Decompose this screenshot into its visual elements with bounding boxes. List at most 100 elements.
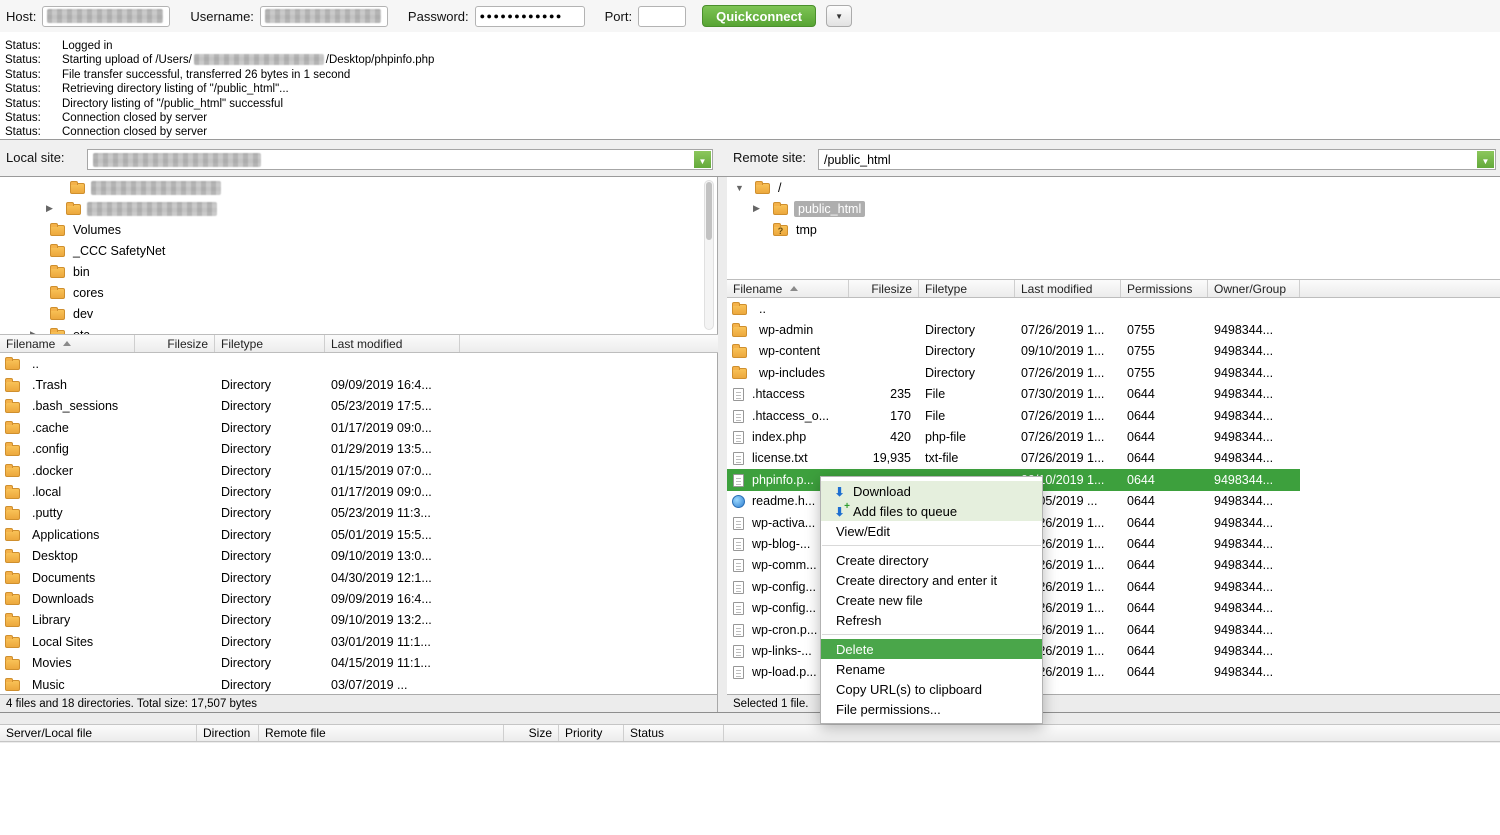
tree-item[interactable]: ▼ / bbox=[727, 177, 1500, 198]
remote-site-combobox[interactable]: /public_html bbox=[818, 149, 1496, 170]
table-row[interactable]: Local Sites Directory 03/01/2019 11:1... bbox=[0, 631, 717, 652]
context-menu-item[interactable]: Copy URL(s) to clipboard bbox=[821, 679, 1042, 699]
file-type-icon bbox=[733, 431, 744, 444]
quickconnect-button[interactable]: Quickconnect bbox=[702, 5, 816, 27]
column-header-remote-file[interactable]: Remote file bbox=[259, 725, 504, 741]
table-row[interactable]: wp-includes Directory 07/26/2019 1... 07… bbox=[727, 362, 1300, 383]
local-site-combobox[interactable] bbox=[87, 149, 713, 170]
table-row[interactable]: Desktop Directory 09/10/2019 13:0... bbox=[0, 546, 717, 567]
table-row[interactable]: Documents Directory 04/30/2019 12:1... bbox=[0, 567, 717, 588]
column-header-priority[interactable]: Priority bbox=[559, 725, 624, 741]
table-row[interactable]: .. bbox=[727, 298, 1300, 319]
folder-icon bbox=[50, 225, 65, 236]
context-menu-item[interactable]: Create directory and enter it bbox=[821, 570, 1042, 590]
file-type-icon bbox=[5, 466, 20, 477]
tree-item[interactable] bbox=[0, 177, 717, 198]
password-input[interactable]: ●●●●●●●●●●●● bbox=[475, 6, 585, 27]
expander-icon[interactable]: ▶ bbox=[753, 203, 773, 214]
column-header-owner-group[interactable]: Owner/Group bbox=[1208, 280, 1300, 297]
table-row[interactable]: .htaccess 235 File 07/30/2019 1... 0644 … bbox=[727, 384, 1300, 405]
tree-item[interactable]: tmp bbox=[727, 219, 1500, 240]
column-header-filesize[interactable]: Filesize bbox=[135, 335, 215, 352]
column-header-direction[interactable]: Direction bbox=[197, 725, 259, 741]
context-menu-item[interactable] bbox=[822, 545, 1041, 546]
tree-item[interactable]: ▶ etc bbox=[0, 324, 717, 334]
table-row[interactable]: Movies Directory 04/15/2019 11:1... bbox=[0, 652, 717, 673]
table-row[interactable]: .. bbox=[0, 353, 717, 374]
context-menu-item[interactable]: Rename bbox=[821, 659, 1042, 679]
table-row[interactable]: .local Directory 01/17/2019 09:0... bbox=[0, 481, 717, 502]
tree-item[interactable]: bin bbox=[0, 261, 717, 282]
username-input[interactable] bbox=[260, 6, 388, 27]
table-row[interactable]: Downloads Directory 09/09/2019 16:4... bbox=[0, 588, 717, 609]
column-header-size[interactable]: Size bbox=[504, 725, 559, 741]
local-site-dropdown-button[interactable] bbox=[694, 151, 711, 168]
table-row[interactable]: .docker Directory 01/15/2019 07:0... bbox=[0, 460, 717, 481]
menu-item-icon bbox=[831, 484, 848, 499]
file-owner-group: 9498344... bbox=[1208, 451, 1300, 465]
file-modified: 07/26/2019 1... bbox=[1015, 451, 1121, 465]
context-menu-item[interactable]: Delete bbox=[821, 639, 1042, 659]
table-row[interactable]: .bash_sessions Directory 05/23/2019 17:5… bbox=[0, 396, 717, 417]
file-name: Local Sites bbox=[32, 635, 93, 649]
file-owner-group: 9498344... bbox=[1208, 494, 1300, 508]
file-name: wp-config... bbox=[752, 601, 816, 615]
file-modified: 07/26/2019 1... bbox=[1015, 409, 1121, 423]
file-owner-group: 9498344... bbox=[1208, 644, 1300, 658]
table-row[interactable]: Music Directory 03/07/2019 ... bbox=[0, 674, 717, 694]
status-text: Directory listing of "/public_html" succ… bbox=[62, 97, 283, 111]
tree-item[interactable]: cores bbox=[0, 282, 717, 303]
table-row[interactable]: .cache Directory 01/17/2019 09:0... bbox=[0, 417, 717, 438]
tree-item[interactable]: _CCC SafetyNet bbox=[0, 240, 717, 261]
tree-item[interactable]: Volumes bbox=[0, 219, 717, 240]
column-header-last-modified[interactable]: Last modified bbox=[325, 335, 460, 352]
port-input[interactable] bbox=[638, 6, 686, 27]
column-header-last-modified[interactable]: Last modified bbox=[1015, 280, 1121, 297]
context-menu-item[interactable]: Create new file bbox=[821, 590, 1042, 610]
file-type-icon bbox=[733, 624, 744, 637]
table-row[interactable]: license.txt 19,935 txt-file 07/26/2019 1… bbox=[727, 448, 1300, 469]
scrollbar-thumb[interactable] bbox=[706, 182, 712, 240]
file-type-icon bbox=[5, 359, 20, 370]
column-header-server-local-file[interactable]: Server/Local file bbox=[0, 725, 197, 741]
column-header-filesize[interactable]: Filesize bbox=[849, 280, 919, 297]
column-header-filetype[interactable]: Filetype bbox=[919, 280, 1015, 297]
column-header-status[interactable]: Status bbox=[624, 725, 724, 741]
scrollbar[interactable] bbox=[704, 180, 714, 330]
sort-ascending-icon bbox=[790, 286, 798, 291]
column-header-filename[interactable]: Filename bbox=[0, 335, 135, 352]
table-row[interactable]: .htaccess_o... 170 File 07/26/2019 1... … bbox=[727, 405, 1300, 426]
table-row[interactable]: index.php 420 php-file 07/26/2019 1... 0… bbox=[727, 426, 1300, 447]
expander-icon[interactable]: ▶ bbox=[46, 203, 66, 214]
column-header-permissions[interactable]: Permissions bbox=[1121, 280, 1208, 297]
context-menu-item[interactable]: Refresh bbox=[821, 610, 1042, 630]
host-input[interactable] bbox=[42, 6, 170, 27]
tree-item[interactable]: ▶ public_html bbox=[727, 198, 1500, 219]
table-row[interactable]: Library Directory 09/10/2019 13:2... bbox=[0, 610, 717, 631]
quickconnect-dropdown-button[interactable] bbox=[826, 5, 852, 27]
tree-item-label: Volumes bbox=[71, 223, 123, 237]
context-menu-item[interactable]: File permissions... bbox=[821, 699, 1042, 719]
table-row[interactable]: .putty Directory 05/23/2019 11:3... bbox=[0, 503, 717, 524]
table-row[interactable]: Applications Directory 05/01/2019 15:5..… bbox=[0, 524, 717, 545]
context-menu-item[interactable]: Download bbox=[821, 481, 1042, 501]
port-label: Port: bbox=[605, 9, 632, 24]
expander-icon[interactable]: ▼ bbox=[735, 183, 755, 193]
table-row[interactable]: wp-admin Directory 07/26/2019 1... 0755 … bbox=[727, 319, 1300, 340]
context-menu-item[interactable] bbox=[822, 634, 1041, 635]
tree-item[interactable]: dev bbox=[0, 303, 717, 324]
remote-site-dropdown-button[interactable] bbox=[1477, 151, 1494, 168]
local-status-text: 4 files and 18 directories. Total size: … bbox=[6, 698, 257, 710]
column-header-filetype[interactable]: Filetype bbox=[215, 335, 325, 352]
tree-item-label: dev bbox=[71, 307, 95, 321]
file-type-icon bbox=[5, 488, 20, 499]
table-row[interactable]: wp-content Directory 09/10/2019 1... 075… bbox=[727, 341, 1300, 362]
context-menu-item[interactable]: View/Edit bbox=[821, 521, 1042, 541]
context-menu-item[interactable]: Add files to queue bbox=[821, 501, 1042, 521]
table-row[interactable]: .config Directory 01/29/2019 13:5... bbox=[0, 439, 717, 460]
column-header-filename[interactable]: Filename bbox=[727, 280, 849, 297]
context-menu-item[interactable]: Create directory bbox=[821, 550, 1042, 570]
file-type-icon bbox=[5, 381, 20, 392]
tree-item[interactable]: ▶ bbox=[0, 198, 717, 219]
table-row[interactable]: .Trash Directory 09/09/2019 16:4... bbox=[0, 374, 717, 395]
